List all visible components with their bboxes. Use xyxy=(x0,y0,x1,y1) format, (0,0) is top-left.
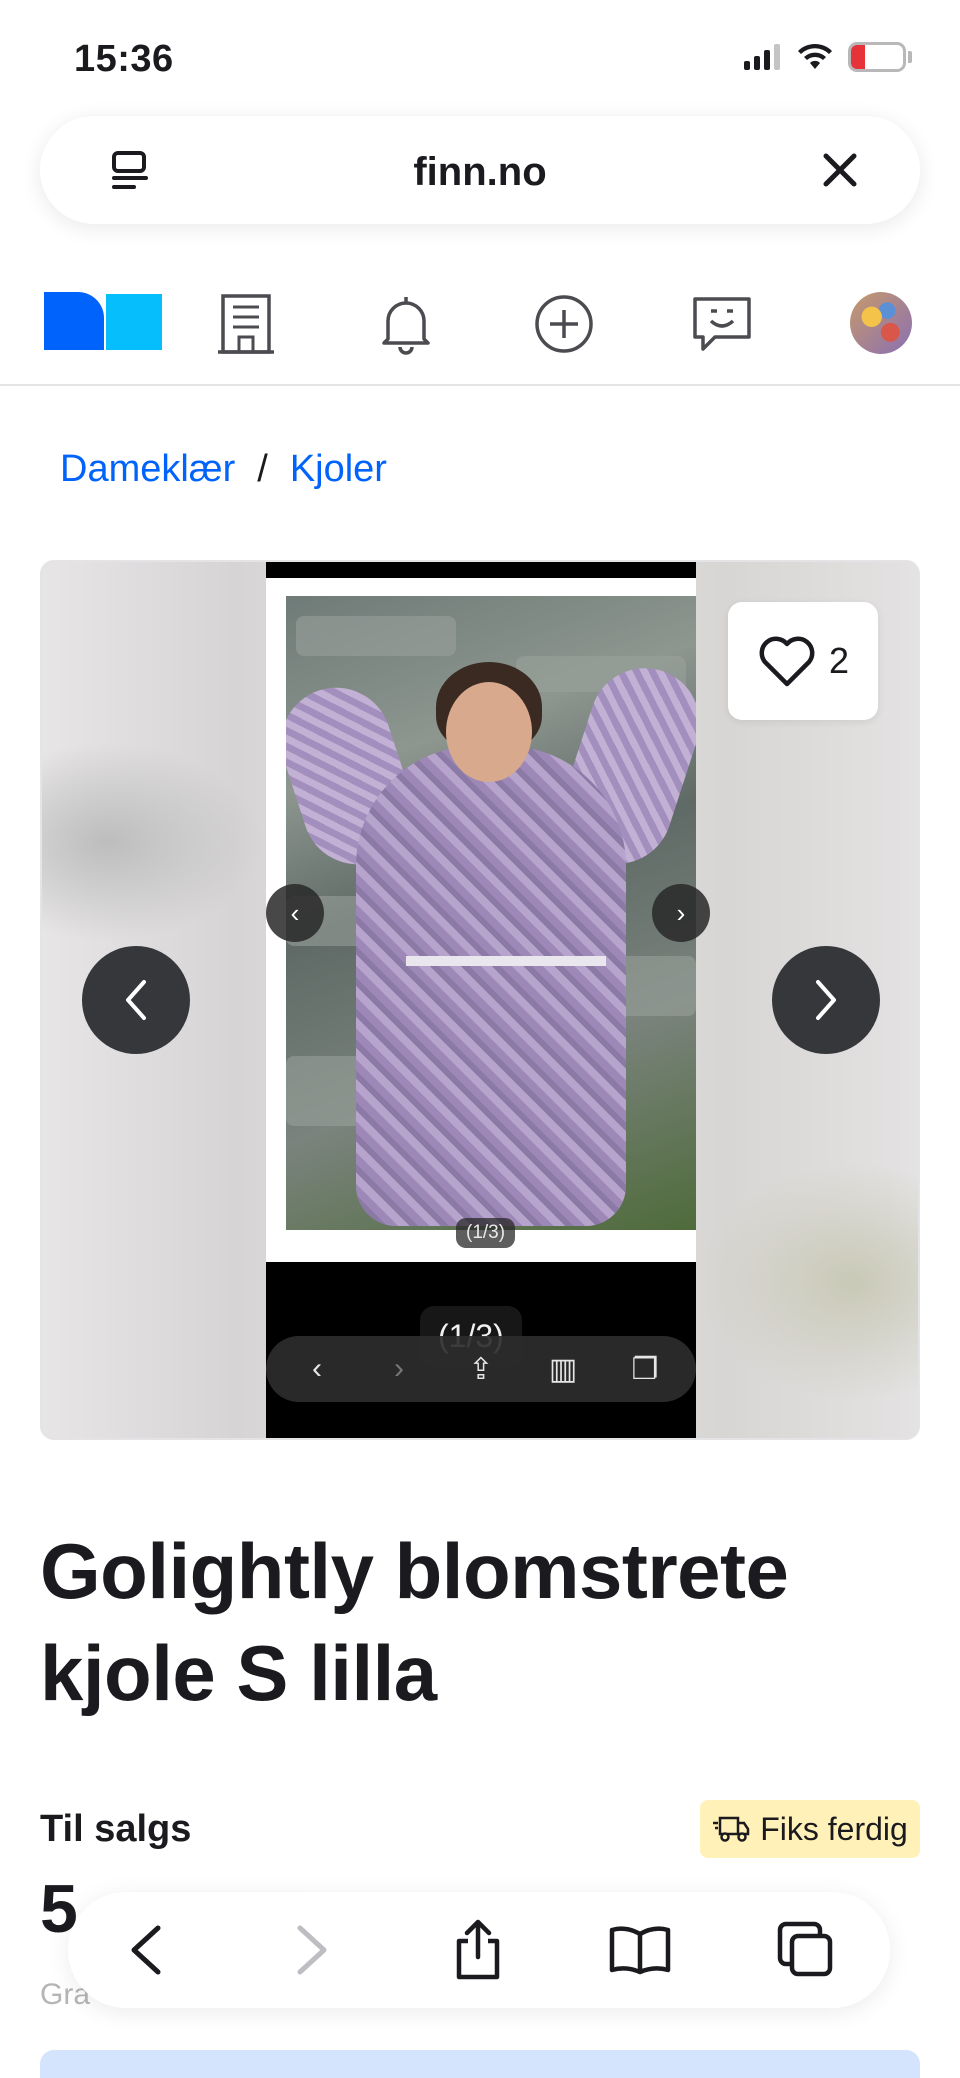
embedded-share-icon: ⇪ xyxy=(468,1352,494,1386)
chevron-left-icon xyxy=(126,980,146,1020)
avatar[interactable] xyxy=(850,292,912,354)
info-banner xyxy=(40,2050,920,2078)
embedded-forward-icon: › xyxy=(394,1352,404,1385)
chevron-right-icon xyxy=(816,980,836,1020)
fiks-ferdig-badge: Fiks ferdig xyxy=(700,1800,920,1858)
chat-icon xyxy=(693,297,751,351)
share-button[interactable] xyxy=(446,1918,510,1982)
address-url[interactable]: finn.no xyxy=(40,150,920,195)
bookmarks-button[interactable] xyxy=(608,1918,672,1982)
finn-logo[interactable] xyxy=(44,292,164,352)
breadcrumb-separator: / xyxy=(257,448,268,490)
battery-level: 13 xyxy=(864,44,890,69)
back-arrow-icon xyxy=(131,1925,161,1975)
book-icon xyxy=(609,1926,671,1975)
bell-icon xyxy=(382,297,430,355)
gallery-prev-button[interactable] xyxy=(82,946,190,1054)
heart-icon xyxy=(759,636,815,687)
tabs-icon xyxy=(777,1921,833,1977)
embedded-tabs-icon: ❐ xyxy=(631,1352,659,1386)
nav-new-ad[interactable] xyxy=(532,292,596,356)
site-nav xyxy=(0,272,960,386)
embedded-bookmarks-icon: ▥ xyxy=(548,1352,578,1386)
nav-notifications[interactable] xyxy=(374,292,438,356)
embedded-back-icon: ‹ xyxy=(312,1352,322,1385)
forward-arrow-icon xyxy=(297,1925,327,1975)
dress-photo xyxy=(286,596,696,1230)
gallery-next-button[interactable] xyxy=(772,946,880,1054)
address-bar[interactable]: finn.no xyxy=(40,116,920,224)
status-time: 15:36 xyxy=(74,38,174,80)
breadcrumb: Dameklær / Kjoler xyxy=(60,448,387,491)
listing-status: Til salgs xyxy=(40,1808,192,1850)
close-icon[interactable] xyxy=(820,150,860,190)
favorite-count: 2 xyxy=(828,640,850,681)
image-counter-small: (1/3) xyxy=(456,1218,516,1248)
nav-messages[interactable] xyxy=(690,292,754,356)
badge-label: Fiks ferdig xyxy=(760,1810,908,1847)
photo-prev-icon: ‹ xyxy=(266,884,324,942)
embedded-toolbar: ‹ › ⇪ ▥ ❐ xyxy=(266,1336,696,1402)
nav-jobs[interactable] xyxy=(214,292,278,356)
gallery-image[interactable]: ‹ › (1/3) (1/3) ‹ › ⇪ ▥ ❐ xyxy=(266,562,710,1438)
favorite-button[interactable]: 2 xyxy=(728,602,878,720)
building-icon xyxy=(218,294,274,354)
browser-forward-button[interactable] xyxy=(280,1918,344,1982)
status-bar: 15:36 13 xyxy=(0,0,960,112)
browser-toolbar xyxy=(68,1892,890,2008)
browser-back-button[interactable] xyxy=(114,1918,178,1982)
tabs-button[interactable] xyxy=(774,1918,838,1982)
image-gallery[interactable]: ‹ › (1/3) (1/3) ‹ › ⇪ ▥ ❐ 2 xyxy=(40,560,920,1440)
breadcrumb-link-dameklaer[interactable]: Dameklær xyxy=(60,448,235,491)
cellular-signal-icon xyxy=(744,44,780,70)
share-icon xyxy=(456,1919,500,1980)
wifi-icon xyxy=(798,43,832,69)
delivery-truck-icon xyxy=(713,1816,750,1842)
status-icons: 13 xyxy=(742,42,912,72)
battery-icon: 13 xyxy=(848,42,906,72)
photo-next-icon: › xyxy=(652,884,710,942)
listing-title: Golightly blomstrete kjole S lilla xyxy=(40,1527,789,1717)
breadcrumb-link-kjoler[interactable]: Kjoler xyxy=(290,448,387,491)
plus-circle-icon xyxy=(535,295,593,353)
